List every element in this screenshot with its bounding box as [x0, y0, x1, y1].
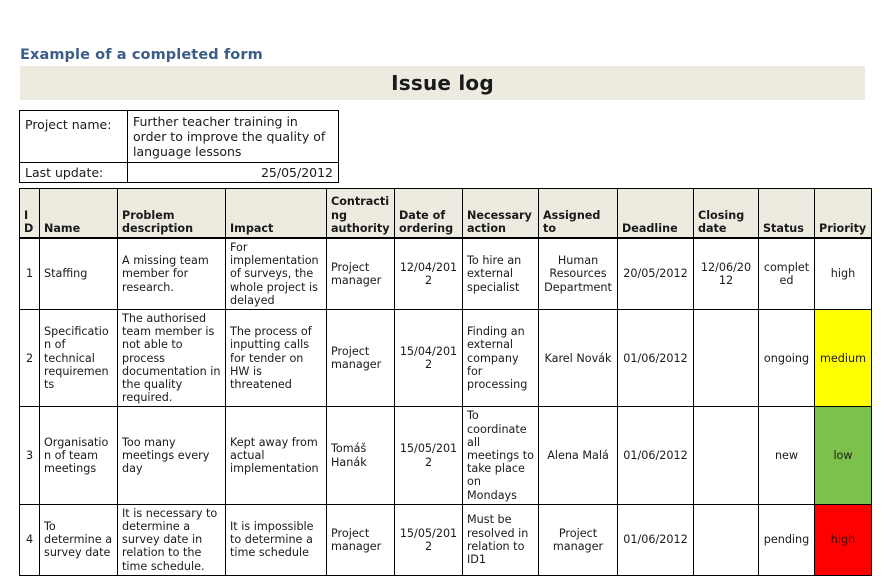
cell-contracting-authority: Project manager: [326, 237, 395, 311]
page-heading: Example of a completed form: [20, 47, 263, 63]
last-update-label: Last update:: [19, 162, 128, 183]
project-name-label: Project name:: [19, 110, 128, 163]
last-update-row: Last update: 25/05/2012: [19, 162, 339, 183]
cell-closing-date: [693, 309, 759, 408]
cell-assigned-to: Alena Malá: [538, 406, 618, 505]
cell-name: To determine a survey date: [39, 503, 118, 576]
cell-necessary-action: Must be resolved in relation to ID1: [462, 503, 539, 576]
column-header-assigned-to[interactable]: Assigned to: [538, 188, 618, 239]
project-name-value[interactable]: Further teacher training in order to imp…: [127, 110, 339, 163]
cell-name: Specification of technical requirements: [39, 309, 118, 408]
column-header-contracting-authority[interactable]: Contracting authority: [326, 188, 395, 239]
cell-id: 2: [19, 309, 40, 408]
cell-contracting-authority: Project manager: [326, 503, 395, 576]
cell-deadline: 01/06/2012: [617, 406, 694, 505]
column-header-status[interactable]: Status: [758, 188, 815, 239]
cell-impact: For implementation of surveys, the whole…: [225, 237, 327, 311]
table-header-row: ID Name Problem description Impact Contr…: [19, 188, 872, 239]
cell-contracting-authority: Tomáš Hanák: [326, 406, 395, 505]
table-row[interactable]: 2 Specification of technical requirement…: [19, 309, 872, 408]
cell-deadline: 01/06/2012: [617, 309, 694, 408]
cell-status: new: [758, 406, 815, 505]
cell-id: 1: [19, 237, 40, 311]
cell-id: 3: [19, 406, 40, 505]
cell-date-of-ordering: 12/04/2012: [394, 237, 463, 311]
cell-date-of-ordering: 15/04/2012: [394, 309, 463, 408]
cell-date-of-ordering: 15/05/2012: [394, 406, 463, 505]
column-header-name[interactable]: Name: [39, 188, 118, 239]
project-info-box: Project name: Further teacher training i…: [19, 110, 339, 183]
cell-problem: A missing team member for research.: [117, 237, 226, 311]
cell-problem: It is necessary to determine a survey da…: [117, 503, 226, 576]
cell-assigned-to: Project manager: [538, 503, 618, 576]
cell-problem: Too many meetings every day: [117, 406, 226, 505]
cell-assigned-to: Human Resources Department: [538, 237, 618, 311]
cell-contracting-authority: Project manager: [326, 309, 395, 408]
status-badge-priority: medium: [814, 309, 872, 408]
column-header-priority[interactable]: Priority: [814, 188, 872, 239]
cell-impact: It is impossible to determine a time sch…: [225, 503, 327, 576]
column-header-date-of-ordering[interactable]: Date of ordering: [394, 188, 463, 239]
cell-name: Staffing: [39, 237, 118, 311]
cell-deadline: 01/06/2012: [617, 503, 694, 576]
table-row[interactable]: 1 Staffing A missing team member for res…: [19, 237, 872, 311]
cell-closing-date: 12/06/2012: [693, 237, 759, 311]
column-header-problem[interactable]: Problem description: [117, 188, 226, 239]
cell-impact: Kept away from actual implementation: [225, 406, 327, 505]
cell-deadline: 20/05/2012: [617, 237, 694, 311]
cell-status: pending: [758, 503, 815, 576]
cell-necessary-action: To hire an external specialist: [462, 237, 539, 311]
cell-necessary-action: Finding an external company for processi…: [462, 309, 539, 408]
cell-id: 4: [19, 503, 40, 576]
cell-status: ongoing: [758, 309, 815, 408]
cell-closing-date: [693, 406, 759, 505]
status-badge-priority: high: [814, 237, 872, 311]
table-row[interactable]: 4 To determine a survey date It is neces…: [19, 503, 872, 576]
page-title: Issue log: [391, 71, 494, 95]
cell-problem: The authorised team member is not able t…: [117, 309, 226, 408]
cell-date-of-ordering: 15/05/2012: [394, 503, 463, 576]
cell-status: completed: [758, 237, 815, 311]
column-header-deadline[interactable]: Deadline: [617, 188, 694, 239]
cell-impact: The process of inputting calls for tende…: [225, 309, 327, 408]
project-name-row: Project name: Further teacher training i…: [19, 110, 339, 163]
column-header-id[interactable]: ID: [19, 188, 40, 239]
column-header-closing-date[interactable]: Closing date: [693, 188, 759, 239]
title-banner: Issue log: [20, 66, 865, 100]
status-badge-priority: high: [814, 503, 872, 576]
last-update-value[interactable]: 25/05/2012: [127, 162, 339, 183]
column-header-impact[interactable]: Impact: [225, 188, 327, 239]
cell-name: Organisation of team meetings: [39, 406, 118, 505]
issue-log-table: ID Name Problem description Impact Contr…: [19, 188, 872, 576]
cell-closing-date: [693, 503, 759, 576]
cell-assigned-to: Karel Novák: [538, 309, 618, 408]
column-header-necessary-action[interactable]: Necessary action: [462, 188, 539, 239]
cell-necessary-action: To coordinate all meetings to take place…: [462, 406, 539, 505]
table-row[interactable]: 3 Organisation of team meetings Too many…: [19, 406, 872, 505]
status-badge-priority: low: [814, 406, 872, 505]
